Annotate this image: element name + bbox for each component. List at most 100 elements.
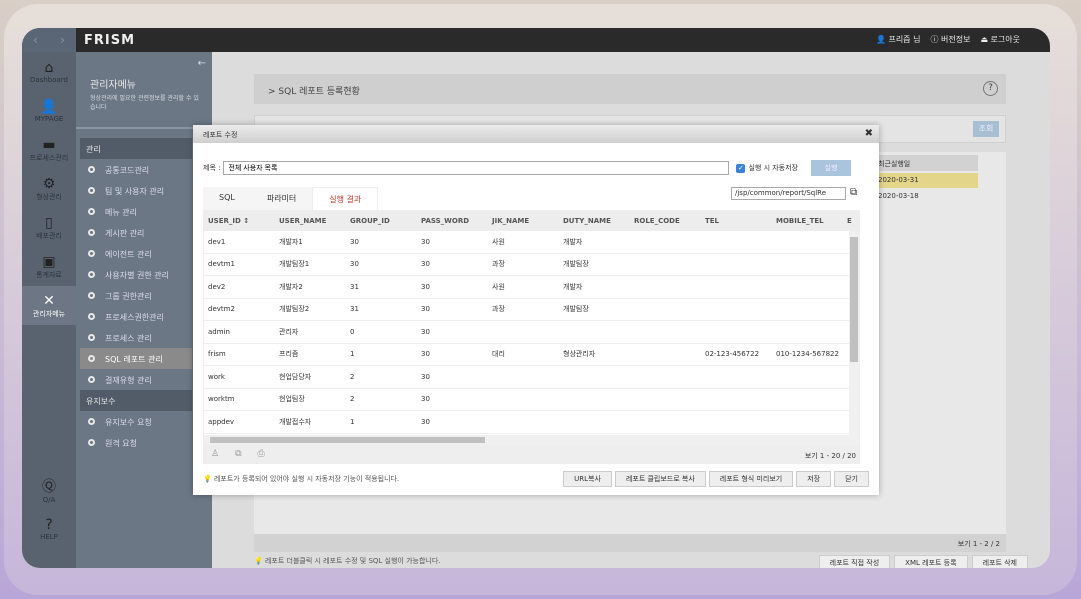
table-cell: 관리자: [279, 327, 299, 336]
url-field[interactable]: /jsp/common/report/SqlRe: [731, 187, 846, 200]
table-cell: 30: [350, 260, 359, 269]
sidebar-item[interactable]: 사용자별 권한 관리: [80, 264, 192, 285]
nav-arrows[interactable]: ‹ ›: [22, 28, 76, 52]
sidebar-item-label: 프로세스 관리: [105, 334, 152, 343]
rail-item-6[interactable]: ✕ 관리자메뉴: [22, 286, 76, 325]
modal-action-button[interactable]: URL복사: [563, 471, 612, 487]
sidebar-menu: 관리 공통코드관리 팀 및 사용자 관리 메뉴 관리 게시판 관리 에이전트 관리 사용자별…: [80, 138, 192, 453]
column-header[interactable]: DUTY_NAME: [559, 217, 630, 225]
column-header[interactable]: PASS_WORD: [417, 217, 488, 225]
tab-1[interactable]: 파라미터: [250, 187, 313, 211]
modal-action-button[interactable]: 레포트 형식 미리보기: [708, 471, 794, 487]
tab-2[interactable]: 실행 결과: [312, 187, 379, 211]
sidebar-item-label: 사용자별 권한 관리: [105, 271, 169, 280]
table-cell: 프리즘: [279, 350, 299, 359]
table-cell: 31: [350, 305, 359, 314]
list-action-button[interactable]: 레포트 삭제: [971, 555, 1028, 568]
rail-label: Q/A: [42, 495, 56, 504]
modal-title-bar: 레포트 수정 ✖: [193, 125, 879, 143]
column-header[interactable]: ROLE_CODE: [630, 217, 701, 225]
table-cell: 개발팀장: [563, 305, 589, 314]
rail-item-4[interactable]: ▯ 배포관리: [22, 208, 76, 247]
table-row[interactable]: devtm2 개발팀장2 31 30 과장 개발팀장: [204, 299, 859, 321]
user-icon: 👤: [40, 98, 58, 115]
column-header[interactable]: E: [843, 217, 859, 225]
sidebar-item[interactable]: 결재유형 관리: [80, 369, 192, 390]
rail-item-5[interactable]: ▣ 통계자료: [22, 247, 76, 286]
table-cell: work: [208, 372, 225, 381]
rail-item-2[interactable]: ▬ 프로세스관리: [22, 130, 76, 169]
rail-item-3[interactable]: ⚙ 형상관리: [22, 169, 76, 208]
modal-action-button[interactable]: 저장: [796, 471, 832, 487]
export-icon[interactable]: ♙: [211, 449, 219, 459]
rail-item-qa[interactable]: Ⓠ Q/A: [22, 470, 76, 509]
list-row[interactable]: 2020-03-18: [874, 189, 978, 204]
bullet-icon: [88, 166, 95, 173]
modal-action-button[interactable]: 레포트 클립보드로 복사: [614, 471, 706, 487]
table-cell: dev2: [208, 282, 226, 291]
report-edit-modal: 레포트 수정 ✖ 제목 : ✓ 실행 시 자동저장 실행 SQL파라미터실행 결과…: [193, 125, 879, 495]
sidebar-item[interactable]: 프로세스권한관리: [80, 306, 192, 327]
sidebar-item[interactable]: 원격 요청: [80, 432, 192, 453]
autosave-checkbox[interactable]: ✓: [736, 163, 746, 173]
list-action-button[interactable]: XML 레포트 등록: [894, 555, 968, 568]
icon-rail: ⌂ Dashboard 👤 MYPAGE ▬ 프로세스관리 ⚙ 형상관리 ▯ 배포관리 ▣ 통계자료 ✕…: [22, 52, 76, 568]
tools-icon: ✕: [43, 292, 55, 309]
table-row[interactable]: frism 프리즘 1 30 대리 형상관리자 02-123-456722 010-1234-…: [204, 344, 859, 366]
scroll-thumb[interactable]: [210, 437, 485, 443]
table-row[interactable]: dev1 개발자1 30 30 사원 개발자: [204, 231, 859, 254]
logout-link[interactable]: ⏏ 로그아웃: [980, 34, 1020, 45]
table-row[interactable]: work 현업담당자 2 30: [204, 366, 859, 389]
table-row[interactable]: dev2 개발자2 31 30 사원 개발자: [204, 276, 859, 299]
collapse-arrow-icon[interactable]: ←: [198, 58, 206, 69]
vertical-scrollbar[interactable]: [849, 231, 859, 436]
sidebar-item[interactable]: 프로세스 관리: [80, 327, 192, 348]
run-button[interactable]: 실행: [811, 160, 851, 176]
list-row[interactable]: 2020-03-31: [874, 173, 978, 188]
table-row[interactable]: admin 관리자 0 30: [204, 321, 859, 344]
copy-icon[interactable]: ⧉: [235, 449, 241, 459]
tab-0[interactable]: SQL: [203, 187, 251, 211]
sidebar-title: 관리자메뉴: [90, 80, 136, 91]
table-row[interactable]: devtm1 개발팀장1 30 30 과장 개발팀장: [204, 254, 859, 276]
sidebar-item-label: 게시판 관리: [105, 229, 145, 238]
bullet-icon: [88, 418, 95, 425]
forward-arrow-icon[interactable]: ›: [60, 33, 65, 47]
sidebar-item[interactable]: SQL 레포트 관리: [80, 348, 192, 369]
column-header[interactable]: USER_NAME: [275, 217, 346, 225]
sidebar-item[interactable]: 유지보수 요청: [80, 411, 192, 432]
table-row[interactable]: appdev 개발접수자 1 30: [204, 411, 859, 434]
close-icon[interactable]: ✖: [865, 128, 873, 139]
table-cell: 30: [421, 237, 430, 246]
list-action-button[interactable]: 레포트 직접 작성: [818, 555, 891, 568]
column-header[interactable]: MOBILE_TEL: [772, 217, 843, 225]
report-name-input[interactable]: [223, 161, 730, 175]
sidebar-item[interactable]: 게시판 관리: [80, 222, 192, 243]
modal-action-button[interactable]: 닫기: [834, 471, 869, 487]
back-arrow-icon[interactable]: ‹: [33, 33, 38, 47]
sidebar-section: 유지보수: [80, 390, 192, 411]
scroll-thumb[interactable]: [850, 237, 858, 362]
rail-item-1[interactable]: 👤 MYPAGE: [22, 91, 76, 130]
user-link[interactable]: 👤 프리즘 님: [876, 34, 921, 45]
sidebar-item[interactable]: 공통코드관리: [80, 159, 192, 180]
search-button[interactable]: 조회: [973, 121, 999, 137]
rail-item-0[interactable]: ⌂ Dashboard: [22, 52, 76, 91]
print-icon[interactable]: ⎙: [258, 449, 265, 459]
horizontal-scrollbar[interactable]: [204, 435, 859, 445]
sidebar-item[interactable]: 팀 및 사용자 관리: [80, 180, 192, 201]
sidebar-item[interactable]: 메뉴 관리: [80, 201, 192, 222]
column-header[interactable]: GROUP_ID: [346, 217, 417, 225]
sidebar-item[interactable]: 그룹 권한관리: [80, 285, 192, 306]
rail-item-help[interactable]: ? HELP: [22, 509, 76, 548]
help-icon: ?: [45, 516, 53, 533]
table-row[interactable]: worktm 현업팀장 2 30: [204, 389, 859, 411]
column-header[interactable]: USER_ID ↕: [204, 217, 275, 225]
version-link[interactable]: ⓘ 버전정보: [930, 34, 970, 45]
sidebar-item[interactable]: 에이전트 관리: [80, 243, 192, 264]
help-icon[interactable]: ?: [983, 81, 998, 96]
copy-icon[interactable]: ⧉: [850, 187, 857, 198]
column-header[interactable]: JIK_NAME: [488, 217, 559, 225]
column-header[interactable]: TEL: [701, 217, 772, 225]
bullet-icon: [88, 334, 95, 341]
